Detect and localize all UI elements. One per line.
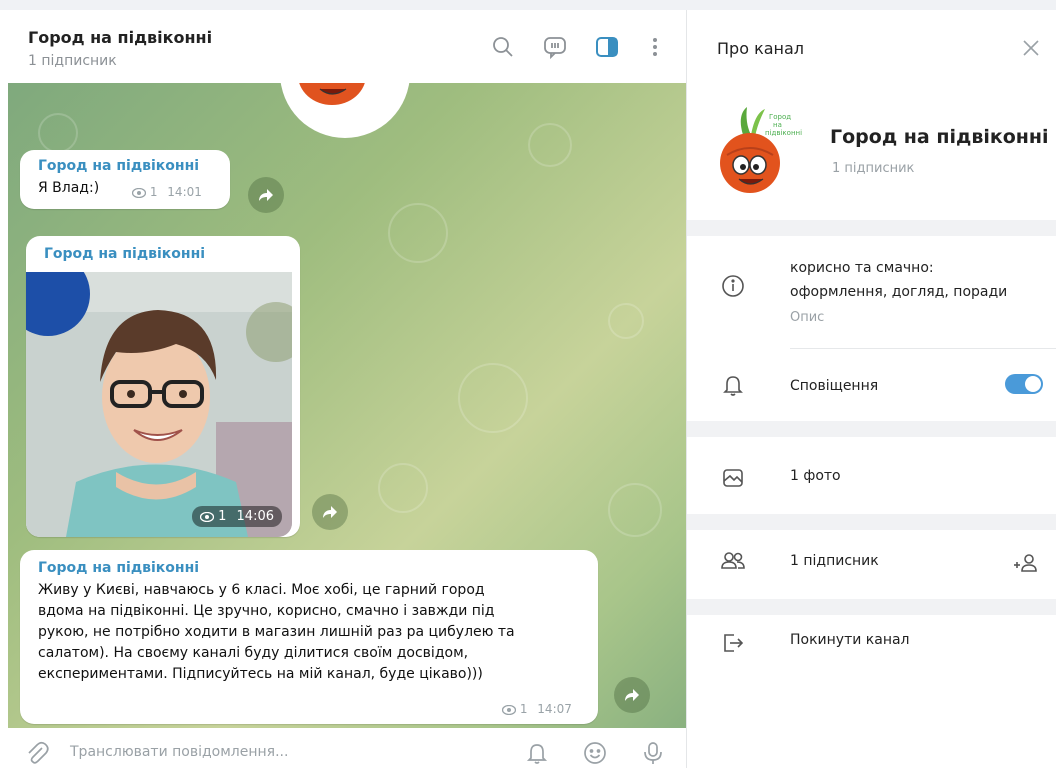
chat-wallpaper: Город на підвіконні Я Влад:) 1 14:01 Гор… <box>8 83 686 728</box>
photos-link[interactable]: 1 фото <box>790 468 841 484</box>
members-icon <box>720 548 746 574</box>
section-separator <box>687 514 1056 530</box>
bell-icon <box>720 372 746 398</box>
onion-logo-image: Город на підвіконні <box>713 105 807 199</box>
composer: Транслювати повідомлення... <box>0 728 686 768</box>
message-line: рукою, не потрібно ходити в магазин лишн… <box>38 624 515 640</box>
leave-icon <box>720 630 746 656</box>
leave-channel-button[interactable]: Покинути канал <box>790 632 910 648</box>
panel-title: Про канал <box>717 39 805 58</box>
message-author[interactable]: Город на підвіконні <box>38 560 199 576</box>
message-bubble[interactable]: Город на підвіконні Я Влад:) 1 14:01 <box>20 150 230 209</box>
photo-meta: 1 14:06 <box>191 506 282 527</box>
message-meta: 1 14:07 <box>502 702 572 716</box>
more-icon[interactable] <box>642 34 658 60</box>
message-author[interactable]: Город на підвіконні <box>44 246 205 262</box>
forward-button[interactable] <box>248 177 284 213</box>
sidebar-toggle-icon[interactable] <box>594 34 620 60</box>
message-text: Живу у Києві, навчаюсь у 6 класі. Моє хо… <box>38 580 588 685</box>
notifications-toggle[interactable] <box>1005 374 1043 394</box>
row-divider <box>790 348 1056 349</box>
share-icon <box>323 506 337 518</box>
description-label: Опис <box>790 310 825 325</box>
broadcast-input[interactable]: Транслювати повідомлення... <box>70 744 288 760</box>
info-icon <box>720 273 746 299</box>
chat-subscriber-count: 1 підписник <box>28 53 117 69</box>
add-member-icon[interactable] <box>1012 551 1040 577</box>
section-separator <box>687 421 1056 437</box>
message-line: салатом). На своєму каналі буду ділитися… <box>38 645 469 661</box>
message-views: 1 <box>218 509 227 524</box>
wallpaper-doodle <box>528 123 572 167</box>
avatar-caption: Город <box>769 113 791 121</box>
close-icon[interactable] <box>1020 37 1042 59</box>
emoji-icon[interactable] <box>582 740 608 766</box>
forward-button[interactable] <box>614 677 650 713</box>
section-separator <box>687 220 1056 236</box>
views-icon <box>502 704 516 715</box>
forward-button[interactable] <box>312 494 348 530</box>
message-photo[interactable]: 1 14:06 <box>26 272 292 537</box>
channel-subscribers: 1 підписник <box>832 161 915 176</box>
members-link[interactable]: 1 підписник <box>790 553 879 569</box>
share-icon <box>259 189 273 201</box>
toggle-knob <box>1025 376 1041 392</box>
channel-avatar[interactable]: Город на підвіконні <box>713 105 807 199</box>
section-separator <box>687 599 1056 615</box>
photo-icon <box>720 465 746 491</box>
chat-title[interactable]: Город на підвіконні <box>28 28 212 47</box>
portrait-photo <box>26 272 292 537</box>
notifications-label: Сповіщення <box>790 378 879 394</box>
message-time: 14:07 <box>537 702 572 716</box>
top-strip <box>0 0 1056 10</box>
microphone-icon[interactable] <box>640 740 666 766</box>
channel-name: Город на підвіконні <box>830 126 1049 148</box>
wallpaper-doodle <box>388 203 448 263</box>
wallpaper-doodle <box>38 113 78 153</box>
chat-header[interactable]: Город на підвіконні 1 підписник <box>0 10 686 83</box>
message-time: 14:06 <box>236 509 274 524</box>
channel-info-panel: Про канал Город на підвіконні Город на п… <box>687 10 1056 768</box>
wallpaper-doodle <box>378 463 428 513</box>
message-line: експериментами. Підписуйтесь на мій кана… <box>38 666 483 682</box>
message-bubble[interactable]: Город на підвіконні Живу у Києві, навчаю… <box>20 550 598 724</box>
wallpaper-doodle <box>608 483 662 537</box>
description-line: корисно та смачно: <box>790 260 934 276</box>
wallpaper-doodle <box>608 303 644 339</box>
message-line: Живу у Києві, навчаюсь у 6 класі. Моє хо… <box>38 582 485 598</box>
search-icon[interactable] <box>490 34 516 60</box>
wallpaper-doodle <box>458 363 528 433</box>
discussion-icon[interactable] <box>542 34 568 60</box>
message-time: 14:01 <box>167 185 202 199</box>
message-author[interactable]: Город на підвіконні <box>38 158 199 174</box>
attach-icon[interactable] <box>24 740 50 766</box>
description-line: оформлення, догляд, поради <box>790 284 1008 300</box>
silent-broadcast-icon[interactable] <box>524 740 550 766</box>
chat-area: Город на підвіконні 1 підписник Город на… <box>0 10 686 768</box>
views-icon <box>199 511 214 522</box>
share-icon <box>625 689 639 701</box>
views-icon <box>132 187 146 198</box>
channel-avatar-message <box>280 83 410 138</box>
message-meta: 1 14:01 <box>132 185 202 199</box>
avatar-caption: на <box>773 121 782 129</box>
avatar-caption: підвіконні <box>765 129 802 137</box>
message-views: 1 <box>149 185 158 199</box>
message-views: 1 <box>519 702 528 716</box>
message-text: Я Влад:) <box>38 180 100 196</box>
message-line: вдома на підвіконні. Це зручно, корисно,… <box>38 603 495 619</box>
